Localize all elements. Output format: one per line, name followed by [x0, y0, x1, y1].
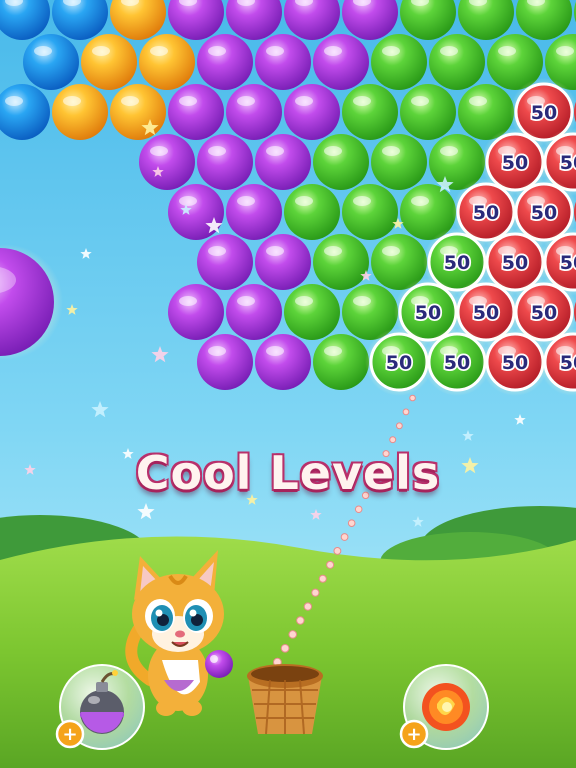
held-purple-bubble — [205, 650, 233, 678]
bubble-score-label: 50 — [444, 252, 470, 274]
aim-dot — [333, 547, 342, 555]
green-bubble: 50 — [365, 328, 433, 396]
bubble-score-label: 50 — [502, 152, 528, 174]
aim-dot — [311, 588, 320, 597]
purple-bubble — [168, 184, 224, 240]
aim-dot — [326, 560, 335, 569]
green-bubble — [342, 84, 398, 140]
green-bubble — [400, 84, 456, 140]
purple-bubble — [197, 234, 253, 290]
bubble-score-label: 50 — [531, 302, 557, 324]
purple-bubble — [168, 84, 224, 140]
aim-dot — [389, 436, 397, 444]
bubble-score-label: 50 — [531, 202, 557, 224]
bubble-score-label: 50 — [560, 352, 576, 374]
aim-dot — [340, 533, 349, 541]
badge-plus-label: + — [406, 724, 421, 745]
aim-dot — [395, 422, 403, 430]
purple-bubble — [197, 34, 253, 90]
purple-bubble — [313, 34, 369, 90]
orange-bubble — [81, 34, 137, 90]
purple-bubble — [197, 334, 253, 390]
purple-bubble — [139, 134, 195, 190]
add-fireball-badge[interactable]: + — [399, 719, 429, 749]
fireball-icon — [422, 683, 470, 731]
green-bubble — [429, 34, 485, 90]
aim-dot — [347, 519, 356, 527]
purple-bubble — [255, 234, 311, 290]
green-bubble — [284, 184, 340, 240]
green-bubble — [371, 134, 427, 190]
bubble-score-label: 50 — [415, 302, 441, 324]
green-bubble: 50 — [423, 328, 491, 396]
aim-dot — [409, 394, 416, 402]
aim-dot — [354, 505, 363, 513]
aim-dot — [288, 630, 298, 639]
bubble-score-label: 50 — [560, 152, 576, 174]
green-bubble — [313, 234, 369, 290]
purple-bubble — [255, 134, 311, 190]
bubble-score-label: 50 — [502, 252, 528, 274]
aim-dot — [296, 616, 305, 625]
cool-levels-title: Cool Levels — [0, 446, 576, 500]
bubble-score-label: 50 — [473, 202, 499, 224]
green-bubble — [284, 284, 340, 340]
purple-bubble — [284, 84, 340, 140]
green-bubble — [313, 134, 369, 190]
aim-dot — [318, 574, 327, 583]
purple-bubble — [226, 184, 282, 240]
aim-dot — [402, 408, 410, 416]
bubble-score-label: 50 — [444, 352, 470, 374]
purple-bubble — [168, 284, 224, 340]
aim-dot — [280, 643, 290, 653]
bubble-score-label: 50 — [386, 352, 412, 374]
purple-bubble — [255, 34, 311, 90]
purple-bubble — [226, 284, 282, 340]
game-scene[interactable]: 50 50 50 50 50 50 50 50 50 50 50 50 50 50 50 — [0, 0, 576, 768]
orange-bubble — [139, 34, 195, 90]
purple-bubble — [197, 134, 253, 190]
green-bubble — [371, 34, 427, 90]
orange-bubble — [110, 84, 166, 140]
orange-bubble — [52, 84, 108, 140]
wicker-basket — [247, 664, 323, 735]
bubble-score-label: 50 — [531, 102, 557, 124]
bubble-score-label: 50 — [502, 352, 528, 374]
bubble-score-label: 50 — [473, 302, 499, 324]
add-bomb-badge[interactable]: + — [55, 719, 85, 749]
red-bubble: 50 — [481, 328, 549, 396]
aim-dot — [303, 602, 313, 611]
bubble-score-label: 50 — [560, 252, 576, 274]
purple-bubble — [255, 334, 311, 390]
blue-bubble — [23, 34, 79, 90]
green-bubble — [342, 184, 398, 240]
purple-bubble — [226, 84, 282, 140]
tagline-text: Cool Levels — [135, 446, 441, 500]
green-bubble — [313, 334, 369, 390]
badge-plus-label: + — [62, 724, 77, 745]
